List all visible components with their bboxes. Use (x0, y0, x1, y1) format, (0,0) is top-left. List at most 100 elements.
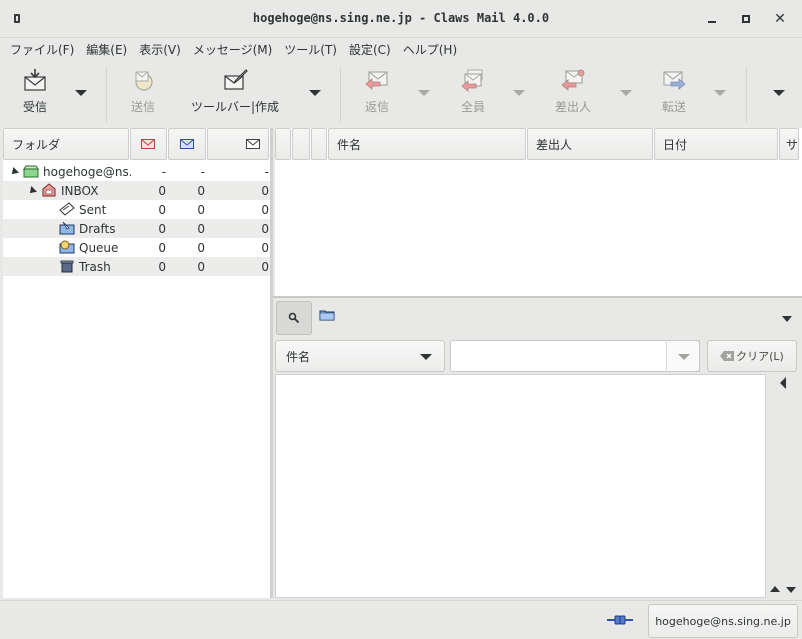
folder-row-sent[interactable]: Sent 0 0 0 (3, 200, 270, 219)
column-header-from-label: 差出人 (536, 137, 573, 152)
collapse-expander-icon[interactable] (27, 185, 37, 196)
collapse-left-icon[interactable] (780, 377, 786, 389)
reply-all-button[interactable]: 全員 (458, 68, 488, 120)
chevron-down-icon (678, 354, 690, 360)
message-list-header: 件名 差出人 日付 サ (275, 128, 802, 161)
column-header-size[interactable]: サ (779, 128, 799, 160)
quicksearch-toggle-button[interactable] (276, 301, 312, 335)
folder-new-count: 0 (158, 259, 166, 274)
search-input[interactable] (450, 340, 700, 372)
folder-name: hogehoge@ns.s (43, 164, 131, 179)
online-plug-icon[interactable] (607, 613, 633, 627)
search-type-value: 件名 (286, 349, 311, 364)
folder-row-queue[interactable]: Queue 0 0 0 (3, 238, 270, 257)
reply-all-dropdown-arrow[interactable] (513, 90, 525, 96)
folder-unread-count: 0 (197, 240, 205, 255)
folder-total-count: 0 (261, 221, 269, 236)
menu-message[interactable]: メッセージ(M) (187, 38, 278, 62)
minimize-icon (708, 21, 716, 23)
close-button[interactable]: ✕ (770, 10, 790, 28)
reply-sender-label: 差出人 (554, 100, 591, 114)
menu-view[interactable]: 表示(V) (133, 38, 187, 62)
folder-unread-count: - (200, 164, 205, 179)
message-view[interactable] (275, 374, 766, 598)
send-label: 送信 (130, 100, 155, 114)
account-label: hogehoge@ns.sing.ne.jp (655, 614, 791, 628)
column-header-attachment[interactable] (311, 128, 327, 160)
chevron-down-icon (420, 354, 432, 360)
collapse-expander-icon[interactable] (9, 166, 19, 177)
folder-row-account[interactable]: hogehoge@ns.s - - - (3, 162, 270, 181)
reply-sender-icon (561, 69, 585, 91)
compose-dropdown-arrow[interactable] (309, 90, 321, 96)
menu-configuration[interactable]: 設定(C) (343, 38, 397, 62)
toolbar: 受信 送信 ツールバー|作成 返信 全員 差出人 転送 (0, 62, 802, 126)
column-header-unread[interactable] (168, 128, 207, 160)
search-history-dropdown[interactable] (666, 340, 700, 372)
minimize-button[interactable] (702, 10, 722, 28)
clear-button[interactable]: クリア(L) (707, 340, 797, 372)
compose-icon (224, 69, 248, 90)
column-header-folder[interactable]: フォルダ (3, 128, 129, 160)
receive-button[interactable]: 受信 (16, 68, 54, 120)
folder-view-header: フォルダ (3, 128, 270, 160)
menu-tools[interactable]: ツール(T) (278, 38, 343, 62)
mailbox-icon (23, 165, 39, 178)
menu-help[interactable]: ヘルプ(H) (397, 38, 463, 62)
folder-row-inbox[interactable]: INBOX 0 0 0 (3, 181, 270, 200)
sent-icon (59, 202, 75, 216)
folder-new-count: 0 (158, 202, 166, 217)
unread-mail-icon (180, 139, 195, 149)
trash-icon (60, 260, 74, 273)
folder-name: Drafts (79, 221, 116, 236)
reply-button[interactable]: 返信 (362, 68, 392, 120)
message-list: 件名 差出人 日付 サ (275, 128, 802, 296)
column-header-subject[interactable]: 件名 (328, 128, 526, 160)
column-header-total[interactable] (207, 128, 269, 160)
receive-label: 受信 (22, 100, 47, 114)
drafts-icon (59, 221, 75, 235)
column-header-new[interactable] (129, 128, 168, 160)
quicksearch-options-arrow[interactable] (782, 316, 792, 322)
folder-total-count: 0 (261, 240, 269, 255)
send-button[interactable]: 送信 (126, 68, 160, 120)
window-title: hogehoge@ns.sing.ne.jp - Claws Mail 4.0.… (252, 11, 550, 25)
maximize-button[interactable] (736, 10, 756, 28)
folder-row-drafts[interactable]: Drafts 0 0 0 (3, 219, 270, 238)
receive-dropdown-arrow[interactable] (75, 90, 87, 96)
account-selector-button[interactable]: hogehoge@ns.sing.ne.jp (648, 604, 798, 638)
folder-name: Trash (79, 259, 111, 274)
folder-total-count: 0 (261, 183, 269, 198)
menu-bar: ファイル(F) 編集(E) 表示(V) メッセージ(M) ツール(T) 設定(C… (0, 38, 802, 62)
reply-dropdown-arrow[interactable] (418, 90, 430, 96)
folder-new-count: - (161, 164, 166, 179)
forward-button[interactable]: 転送 (659, 68, 689, 120)
menu-file[interactable]: ファイル(F) (4, 38, 80, 62)
reply-sender-dropdown-arrow[interactable] (620, 90, 632, 96)
folder-unread-count: 0 (197, 202, 205, 217)
column-header-date[interactable]: 日付 (654, 128, 778, 160)
toolbar-overflow-arrow[interactable] (773, 90, 785, 96)
column-header-size-label: サ (786, 137, 799, 152)
folder-name: Queue (79, 240, 119, 255)
scroll-down-icon[interactable] (786, 587, 796, 593)
folder-row-trash[interactable]: Trash 0 0 0 (3, 257, 270, 276)
column-header-date-label: 日付 (663, 137, 688, 152)
folder-total-count: 0 (261, 202, 269, 217)
menu-edit[interactable]: 編集(E) (80, 38, 133, 62)
compose-label: ツールバー|作成 (190, 100, 280, 114)
column-header-from[interactable]: 差出人 (527, 128, 653, 160)
search-type-select[interactable]: 件名 (275, 340, 445, 372)
column-header-mark[interactable] (275, 128, 291, 160)
folder-unread-count: 0 (197, 259, 205, 274)
scroll-up-icon[interactable] (770, 586, 780, 592)
compose-button[interactable]: ツールバー|作成 (188, 68, 282, 120)
queue-icon (59, 240, 75, 254)
forward-dropdown-arrow[interactable] (714, 90, 726, 96)
column-header-status[interactable] (292, 128, 310, 160)
close-icon: ✕ (774, 11, 786, 27)
reply-sender-button[interactable]: 差出人 (553, 68, 593, 120)
send-mail-icon (135, 71, 153, 91)
forward-icon (663, 71, 686, 90)
folder-total-count: 0 (261, 259, 269, 274)
